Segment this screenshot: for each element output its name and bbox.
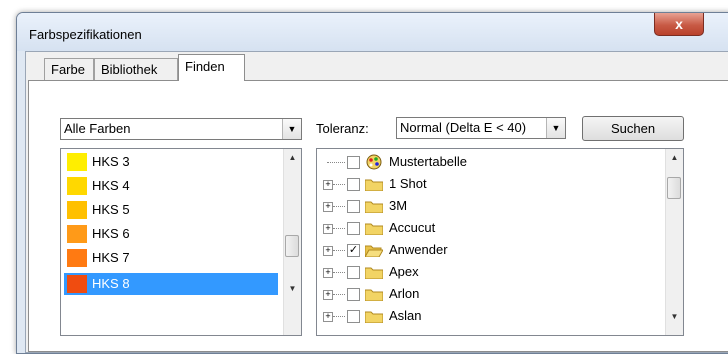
checkbox[interactable] [347, 156, 360, 169]
tab-label: Finden [185, 59, 225, 74]
tree-connector [333, 250, 345, 251]
tab-label: Bibliothek [101, 62, 158, 77]
tree-item[interactable]: + Apex [317, 263, 657, 283]
color-name: HKS 3 [92, 154, 130, 169]
tab-label: Farbe [51, 62, 85, 77]
expand-icon[interactable]: + [323, 290, 333, 300]
checkbox[interactable] [347, 222, 360, 235]
title-bar: Farbspezifikationen x [17, 13, 728, 51]
expand-icon[interactable]: + [323, 224, 333, 234]
tolerance-label: Toleranz: [316, 121, 369, 136]
color-name: HKS 4 [92, 178, 130, 193]
folder-icon [365, 289, 383, 301]
scroll-thumb[interactable] [285, 235, 299, 257]
expand-icon[interactable]: + [323, 312, 333, 322]
search-button[interactable]: Suchen [582, 116, 684, 141]
checkbox[interactable] [347, 200, 360, 213]
tree-item-label: 1 Shot [389, 176, 427, 191]
list-item[interactable]: HKS 5 [64, 199, 278, 221]
checkbox[interactable] [347, 266, 360, 279]
tree-scrollbar[interactable]: ▲ ▼ [665, 149, 683, 335]
library-tree[interactable]: Mustertabelle + 1 Shot + 3M + Accucut + … [316, 148, 684, 336]
close-button[interactable]: x [654, 13, 704, 36]
tab-finden[interactable]: Finden [178, 54, 245, 81]
scroll-down-icon[interactable]: ▼ [284, 280, 301, 297]
list-item[interactable]: HKS 3 [64, 151, 278, 173]
tab-farbe[interactable]: Farbe [44, 58, 94, 80]
folder-icon [365, 223, 383, 235]
tree-item-label: Anwender [389, 242, 448, 257]
tree-item-label: Accucut [389, 220, 436, 235]
tree-item[interactable]: + Accucut [317, 219, 657, 239]
color-name: HKS 7 [92, 250, 130, 265]
list-item[interactable]: HKS 7 [64, 247, 278, 269]
checkbox-checked[interactable]: ✓ [347, 244, 360, 257]
tree-item-label: Arlon [389, 286, 420, 301]
color-list-scrollbar[interactable]: ▲ ▼ [283, 149, 301, 335]
color-swatch [67, 177, 87, 195]
tree-connector [333, 316, 345, 317]
palette-icon [365, 154, 383, 175]
folder-icon [365, 267, 383, 279]
expand-icon[interactable]: + [323, 246, 333, 256]
scroll-thumb[interactable] [667, 177, 681, 199]
color-name: HKS 6 [92, 226, 130, 241]
color-filter-select[interactable]: Alle Farben ▼ [60, 118, 302, 140]
color-swatch [67, 201, 87, 219]
tolerance-select[interactable]: Normal (Delta E < 40) ▼ [396, 117, 566, 139]
list-item[interactable]: HKS 4 [64, 175, 278, 197]
tree-item[interactable]: + 3M [317, 197, 657, 217]
color-name: HKS 8 [92, 276, 130, 291]
tree-item-label: Mustertabelle [389, 154, 468, 169]
tree-connector [333, 228, 345, 229]
checkbox[interactable] [347, 288, 360, 301]
checkbox[interactable] [347, 310, 360, 323]
tree-item[interactable]: + Arlon [317, 285, 657, 305]
expand-icon[interactable]: + [323, 202, 333, 212]
checkbox[interactable] [347, 178, 360, 191]
scroll-up-icon[interactable]: ▲ [284, 149, 301, 166]
tree-item[interactable]: Mustertabelle [317, 153, 657, 173]
tree-item-label: Apex [389, 264, 419, 279]
color-name: HKS 5 [92, 202, 130, 217]
tolerance-value: Normal (Delta E < 40) [400, 120, 527, 135]
window-title: Farbspezifikationen [29, 27, 142, 42]
folder-icon [365, 311, 383, 323]
chevron-down-icon[interactable]: ▼ [282, 119, 301, 139]
folder-icon [365, 179, 383, 191]
scroll-down-icon[interactable]: ▼ [666, 308, 683, 325]
color-swatch [67, 249, 87, 267]
expand-icon[interactable]: + [323, 180, 333, 190]
tree-item[interactable]: + Aslan [317, 307, 657, 327]
folder-icon [365, 201, 383, 213]
folder-open-icon [365, 245, 383, 257]
tree-connector [333, 206, 345, 207]
close-icon: x [675, 16, 683, 32]
tree-item[interactable]: + 1 Shot [317, 175, 657, 195]
tree-connector [333, 272, 345, 273]
tree-connector [333, 184, 345, 185]
list-item-selected[interactable]: HKS 8 [64, 273, 278, 295]
color-swatch [67, 225, 87, 243]
search-button-label: Suchen [610, 121, 656, 136]
tree-connector [333, 294, 345, 295]
chevron-down-icon[interactable]: ▼ [546, 118, 565, 138]
tree-item[interactable]: + ✓ Anwender [317, 241, 657, 261]
expand-icon[interactable]: + [323, 268, 333, 278]
color-swatch [67, 153, 87, 171]
color-swatch [67, 275, 87, 293]
list-item[interactable]: HKS 6 [64, 223, 278, 245]
tab-bibliothek[interactable]: Bibliothek [94, 58, 178, 80]
tree-connector [327, 162, 345, 163]
tree-item-label: Aslan [389, 308, 422, 323]
scroll-up-icon[interactable]: ▲ [666, 149, 683, 166]
color-list[interactable]: HKS 3 HKS 4 HKS 5 HKS 6 HKS 7 HKS 8 ▲ ▼ [60, 148, 302, 336]
tree-item-label: 3M [389, 198, 408, 213]
color-filter-value: Alle Farben [64, 121, 131, 136]
